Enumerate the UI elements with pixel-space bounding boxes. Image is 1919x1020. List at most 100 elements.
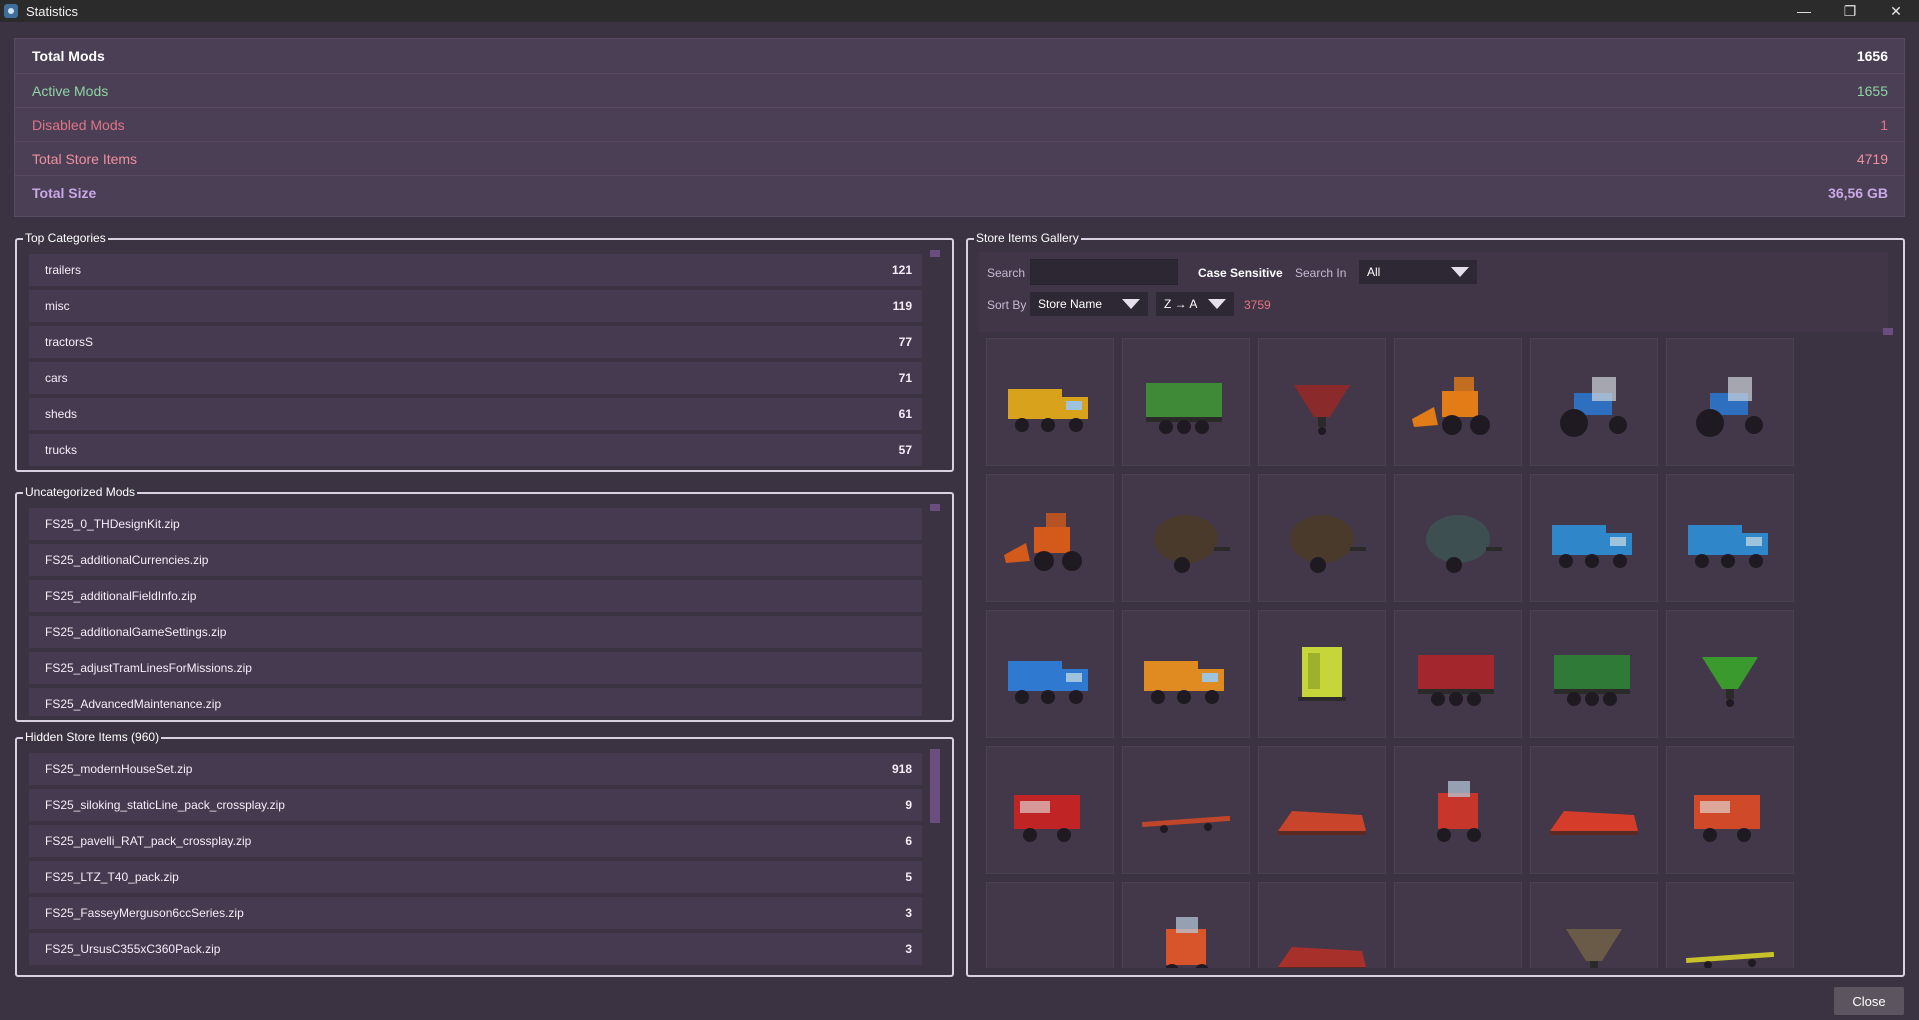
case-sensitive-checkbox[interactable] [1186, 266, 1198, 278]
gallery-tile[interactable] [986, 474, 1114, 602]
uncategorized-mods-group: Uncategorized Mods FS25_0_THDesignKit.zi… [15, 485, 954, 722]
group-title: Uncategorized Mods [23, 485, 138, 499]
gallery-tile[interactable] [1394, 746, 1522, 874]
gallery-grid [986, 338, 1796, 968]
list-item[interactable]: trucks 57 [29, 434, 922, 466]
uncategorized-mods-list[interactable]: FS25_0_THDesignKit.zip FS25_additionalCu… [29, 508, 922, 716]
restore-button[interactable]: ❐ [1827, 0, 1873, 22]
list-item[interactable]: tractorsS 77 [29, 326, 922, 358]
category-count: 57 [898, 443, 912, 457]
list-item[interactable]: FS25_modernHouseSet.zip 918 [29, 753, 922, 785]
gallery-tile[interactable] [1666, 338, 1794, 466]
gallery-tile[interactable] [986, 610, 1114, 738]
list-item[interactable]: FS25_siloking_staticLine_pack_crossplay.… [29, 789, 922, 821]
loader-icon [1004, 513, 1082, 571]
title-bar: Statistics — ❐ ✕ [0, 0, 1919, 22]
gallery-tile[interactable] [1666, 474, 1794, 602]
stat-value: 1 [1880, 116, 1888, 133]
category-count: 119 [892, 299, 912, 313]
sort-by-dropdown[interactable]: Store Name [1030, 292, 1148, 316]
gallery-tile[interactable] [1122, 610, 1250, 738]
stat-value: 36,56 GB [1828, 184, 1888, 201]
spreader-icon [1702, 657, 1758, 707]
list-item[interactable]: FS25_LTZ_T40_pack.zip 5 [29, 861, 922, 893]
list-item[interactable]: sheds 61 [29, 398, 922, 430]
gallery-tile[interactable] [986, 338, 1114, 466]
truck-icon [1008, 389, 1088, 432]
stat-value: 4719 [1856, 150, 1888, 167]
gallery-tile[interactable] [986, 882, 1114, 968]
group-title: Hidden Store Items (960) [23, 730, 162, 744]
gallery-tile[interactable] [1122, 746, 1250, 874]
search-in-dropdown[interactable]: All [1359, 260, 1477, 284]
item-count: 3 [905, 906, 912, 920]
category-name: sheds [45, 407, 78, 421]
baler-icon [1694, 795, 1760, 842]
list-item[interactable]: FS25_FasseyMerguson6ccSeries.zip 3 [29, 897, 922, 929]
list-item[interactable]: FS25_additionalGameSettings.zip [29, 616, 922, 648]
list-item[interactable]: FS25_pavelli_RAT_pack_crossplay.zip 6 [29, 825, 922, 857]
stats-summary: Total Mods 1656 Active Mods 1655 Disable… [14, 38, 1905, 217]
category-count: 61 [898, 407, 912, 421]
scrollbar-thumb[interactable] [930, 749, 940, 823]
wagon-icon [1554, 655, 1630, 706]
gallery-tile[interactable] [1666, 746, 1794, 874]
list-item[interactable]: cars 71 [29, 362, 922, 394]
category-name: cars [45, 371, 68, 385]
mod-name: FS25_LTZ_T40_pack.zip [45, 870, 179, 884]
gallery-tile[interactable] [1394, 474, 1522, 602]
minimize-button[interactable]: — [1781, 0, 1827, 22]
gallery-scrollbar-thumb[interactable] [1883, 328, 1893, 335]
tank-icon [1426, 515, 1502, 573]
scrollbar-thumb[interactable] [930, 250, 940, 257]
hidden-store-items-list[interactable]: FS25_modernHouseSet.zip 918 FS25_siloking… [29, 753, 922, 971]
gallery-tile[interactable] [1530, 338, 1658, 466]
bar-icon [1685, 951, 1775, 968]
gallery-tile[interactable] [1122, 338, 1250, 466]
category-count: 77 [898, 335, 912, 349]
gallery-tile[interactable] [1666, 610, 1794, 738]
gallery-tile[interactable] [1666, 882, 1794, 968]
list-item[interactable]: FS25_0_THDesignKit.zip [29, 508, 922, 540]
store-items-gallery-group: Store Items Gallery Search Case Sensitiv… [966, 231, 1905, 977]
top-categories-list[interactable]: trailers 121 misc 119 tractorsS 77 cars 71 s… [29, 254, 922, 466]
truck-icon [1008, 661, 1088, 704]
gallery-tile[interactable] [1258, 882, 1386, 968]
gallery-tile[interactable] [986, 746, 1114, 874]
stat-value: 1655 [1856, 82, 1888, 99]
header-icon [1278, 811, 1366, 835]
gallery-tile[interactable] [1258, 474, 1386, 602]
stat-total-size: Total Size 36,56 GB [15, 175, 1904, 209]
sort-order-dropdown[interactable]: Z → A [1156, 292, 1234, 316]
gallery-tile[interactable] [1122, 882, 1250, 968]
gallery-tile[interactable] [1258, 338, 1386, 466]
list-item[interactable]: FS25_UrsusC355xC360Pack.zip 3 [29, 933, 922, 965]
gallery-tile[interactable] [1530, 610, 1658, 738]
close-button[interactable]: Close [1834, 987, 1904, 1015]
list-item[interactable]: FS25_additionalFieldInfo.zip [29, 580, 922, 612]
search-input[interactable] [1030, 259, 1178, 285]
mod-name: FS25_modernHouseSet.zip [45, 762, 193, 776]
baler-icon [1014, 795, 1080, 842]
list-item[interactable]: FS25_AdvancedMaintenance.zip [29, 688, 922, 716]
gallery-tile[interactable] [1258, 610, 1386, 738]
gallery-tile[interactable] [1394, 610, 1522, 738]
gallery-tile[interactable] [1258, 746, 1386, 874]
list-item[interactable]: misc 119 [29, 290, 922, 322]
gallery-tile[interactable] [1530, 746, 1658, 874]
gallery-tile[interactable] [1530, 882, 1658, 968]
list-item[interactable]: trailers 121 [29, 254, 922, 286]
close-window-button[interactable]: ✕ [1873, 0, 1919, 22]
gallery-tile[interactable] [1394, 338, 1522, 466]
truck-icon [1144, 661, 1224, 704]
gallery-tile[interactable] [1122, 474, 1250, 602]
list-item[interactable]: FS25_adjustTramLinesForMissions.zip [29, 652, 922, 684]
list-item[interactable]: FS25_additionalCurrencies.zip [29, 544, 922, 576]
tank-icon [1154, 515, 1230, 573]
stat-label: Active Mods [32, 82, 109, 99]
header-icon [1278, 947, 1366, 968]
case-sensitive-label[interactable]: Case Sensitive [1198, 266, 1283, 280]
gallery-tile[interactable] [1530, 474, 1658, 602]
gallery-tile[interactable] [1394, 882, 1522, 968]
scrollbar-thumb[interactable] [930, 504, 940, 511]
